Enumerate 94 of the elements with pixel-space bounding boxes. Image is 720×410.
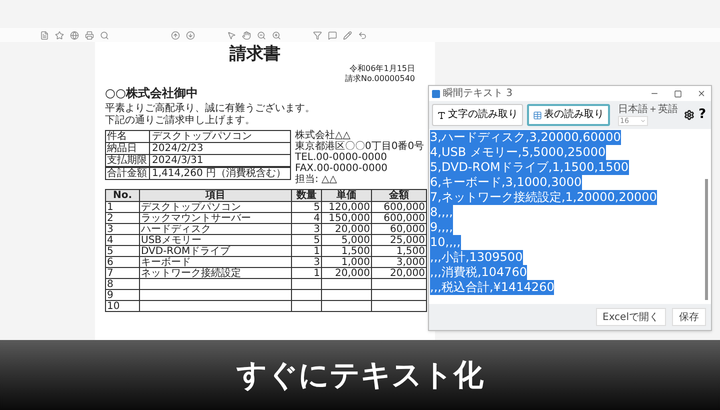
globe-icon[interactable] — [70, 30, 79, 40]
table-cell: 5 — [106, 246, 140, 256]
table-cell: 20,000 — [322, 224, 372, 234]
footer-button[interactable]: Excelで開く — [596, 308, 666, 326]
up-icon[interactable] — [171, 30, 180, 40]
text-icon — [437, 110, 446, 120]
table-cell: キーボード — [140, 257, 292, 267]
pointer-icon[interactable] — [227, 30, 236, 40]
down-icon[interactable] — [186, 30, 195, 40]
table-cell: 8 — [106, 279, 140, 289]
table-cell: 7 — [106, 268, 140, 278]
table-icon — [533, 110, 542, 120]
app-icon — [432, 90, 440, 98]
table-cell: 4 — [106, 235, 140, 245]
table-cell: 納品日 — [106, 143, 150, 154]
table-cell-text: 25,000 — [389, 235, 426, 245]
settings-icon[interactable] — [684, 109, 694, 121]
zoom-in-icon[interactable] — [272, 30, 281, 40]
table-cell: 合計金額 — [106, 168, 150, 179]
table-cell: 9 — [106, 290, 140, 300]
table-cell-text: 20,000 — [389, 268, 426, 278]
table-cell: デスクトップパソコン — [140, 202, 292, 212]
window-title: 瞬間テキスト 3 — [443, 88, 514, 100]
table-cell: 1 — [292, 268, 322, 278]
table-cell: 5,000 — [322, 235, 372, 245]
document-title: 請求書 — [230, 44, 280, 64]
issuer-text: 担当: △△ — [295, 174, 338, 185]
table-cell: 3 — [106, 224, 140, 234]
table-cell-text: 1,500 — [395, 246, 426, 256]
table-cell-text: 2024/2/23 — [151, 143, 204, 154]
table-cell: ハードディスク — [140, 224, 292, 234]
maximize-icon[interactable] — [674, 90, 682, 98]
pages-icon[interactable] — [40, 30, 49, 40]
filter-icon[interactable] — [313, 30, 322, 40]
comment-icon[interactable] — [328, 30, 337, 40]
column-header: No. — [106, 190, 140, 201]
table-cell: 120,000 — [322, 202, 372, 212]
undo-icon[interactable] — [358, 30, 367, 40]
table-cell: 件名 — [106, 131, 150, 142]
table-cell: 3 — [292, 257, 322, 267]
scrollbar[interactable] — [705, 179, 708, 300]
table-cell: 3 — [292, 224, 322, 234]
hand-icon[interactable] — [242, 30, 251, 40]
column-header: 金額 — [388, 190, 410, 201]
zoom-out-icon[interactable] — [257, 30, 266, 40]
table-cell-text: 1,414,260 円（消費税含む） — [151, 168, 288, 179]
pencil-icon[interactable] — [343, 30, 352, 40]
table-cell-text: 60,000 — [389, 224, 426, 234]
mode-button[interactable]: 表の読み取り — [527, 104, 610, 126]
table-cell: 1 — [292, 246, 322, 256]
search-icon[interactable] — [100, 30, 109, 40]
column-header: 数量 — [292, 190, 322, 201]
greeting-text: 平素よりご高配承り、誠に有難うございます。 — [105, 103, 316, 114]
table-cell: 6 — [106, 257, 140, 267]
issue-date: 令和06年1月15日 — [350, 64, 415, 74]
column-header: 項目 — [140, 190, 292, 201]
addressee: ○○株式会社御中 — [105, 86, 199, 101]
star-icon[interactable] — [55, 30, 64, 40]
caret-icon — [640, 118, 646, 124]
table-cell: 5 — [292, 202, 322, 212]
issuer-text: 株式会社△△ — [295, 130, 352, 141]
table-cell: 5 — [292, 235, 322, 245]
table-cell: DVD-ROMドライブ — [140, 246, 292, 256]
close-icon[interactable] — [697, 89, 706, 98]
table-cell-text: 2024/3/31 — [151, 155, 204, 166]
table-cell: 1,000 — [322, 257, 372, 267]
issuer-text: FAX.00-0000-0000 — [295, 163, 389, 174]
table-cell: 150,000 — [322, 213, 372, 223]
table-cell-text: デスクトップパソコン — [151, 131, 253, 142]
table-cell-text: 600,000 — [382, 213, 426, 223]
table-cell: ネットワーク接続設定 — [140, 268, 292, 278]
issuer-text: TEL.00-0000-0000 — [295, 152, 388, 163]
column-header: 単価 — [322, 190, 372, 201]
caption-text: すぐにテキスト化 — [236, 356, 484, 394]
invoice-number: 請求No.00000540 — [345, 74, 415, 84]
table-cell: 支払期限 — [106, 155, 150, 166]
table-cell: 20,000 — [322, 268, 372, 278]
table-cell: 1,500 — [322, 246, 372, 256]
text-area[interactable]: 3,ハードディスク,3,20000,60000 4,USB メモリー,5,5000,25000 5,DVD-ROMドライブ,1,1500,1500 6,キーボード,3,1000,3000 7,ネットワーク接続設定,1,20000,20000 8,,,, 9,,,, 10,,,, ,,,小計,1309500 ,,,消費税,104760 ,,,税込合計,¥1414260 — [429, 129, 711, 304]
footer-button[interactable]: 保存 — [672, 308, 706, 326]
table-cell: 10 — [106, 301, 140, 311]
help-button[interactable]: ? — [698, 105, 706, 125]
print-icon[interactable] — [85, 30, 94, 40]
table-cell-text: 600,000 — [382, 202, 426, 212]
language-label: 日本語＋英語 — [618, 104, 678, 115]
greeting-text: 下記の通りご請求申し上げます。 — [105, 115, 256, 127]
mode-button[interactable]: 文字の読み取り — [432, 104, 523, 126]
table-cell: 4 — [292, 213, 322, 223]
table-cell-text: 3,000 — [395, 257, 426, 267]
table-cell: ラックマウントサーバー — [140, 213, 292, 223]
table-cell: 2 — [106, 213, 140, 223]
table-cell: USBメモリー — [140, 235, 292, 245]
table-cell: 1 — [106, 202, 140, 212]
issuer-text: 東京都港区〇〇0丁目0番0号 — [295, 141, 424, 152]
